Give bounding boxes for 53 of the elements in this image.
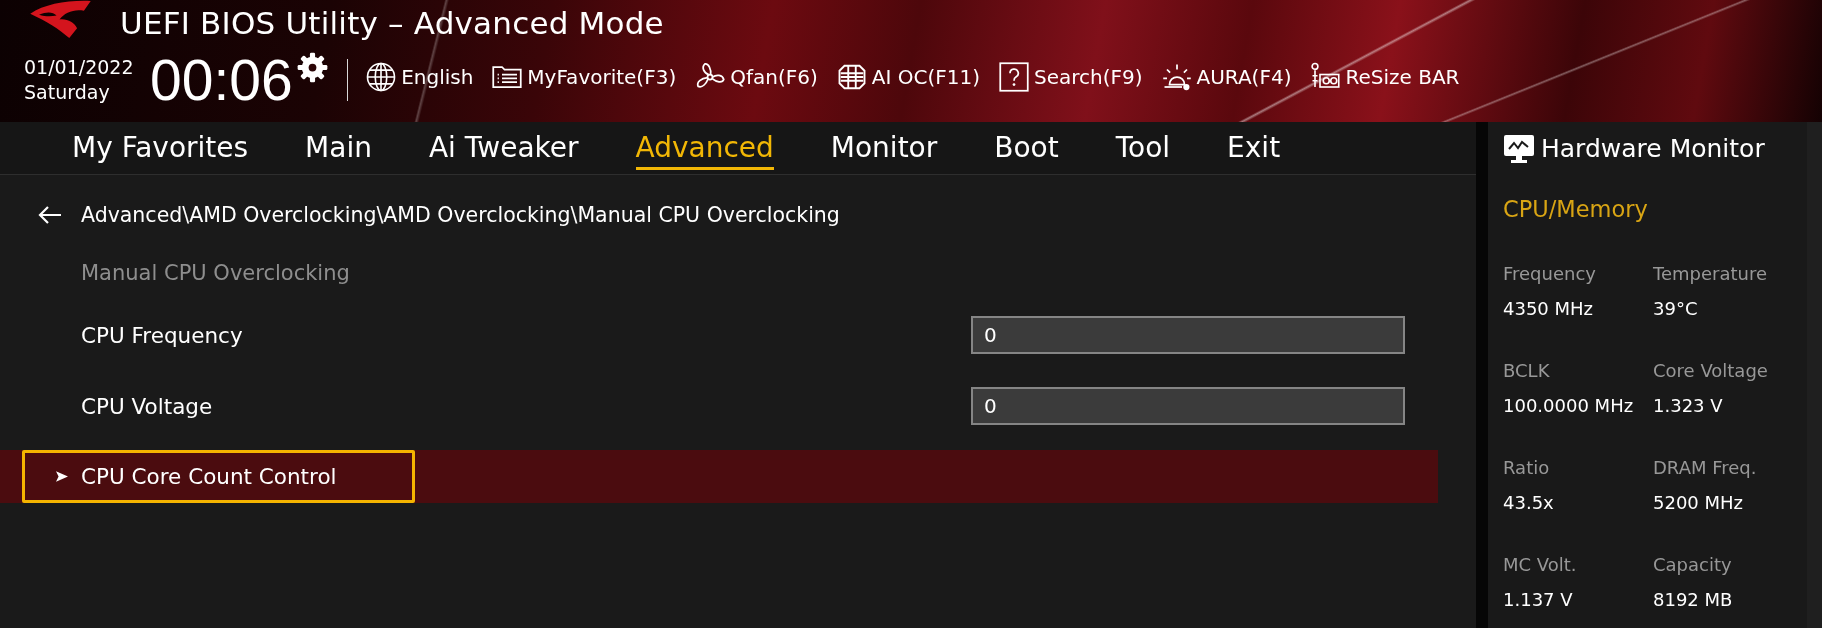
reading-value: 8192 MB [1653,588,1733,612]
tab[interactable]: My Favorites [72,130,249,170]
toolbar-button[interactable]: ReSize BAR [1310,62,1460,92]
tab[interactable]: Monitor [830,130,938,170]
toolbar-button[interactable]: MyFavorite(F3) [492,62,677,92]
reading-label: DRAM Freq. [1653,456,1757,480]
window-title: UEFI BIOS Utility – Advanced Mode [120,5,664,41]
toolbar-button[interactable]: English [366,62,474,92]
toolbar-button[interactable]: Qfan(F6) [695,62,818,92]
setting-label[interactable]: CPU Voltage [22,390,415,422]
reading-label: Frequency [1503,262,1596,286]
tab[interactable]: Advanced [635,130,774,170]
monitor-icon [1503,133,1535,164]
submenu-item[interactable]: CPU Core Count Control [22,450,415,503]
input-field[interactable]: 0 [971,316,1405,354]
breadcrumb-path: Advanced\AMD Overclocking\AMD Overclocking\Manual CPU Overclocking [81,203,840,227]
reading-value: 100.0000 MHz [1503,394,1634,418]
input-field[interactable]: 0 [971,387,1405,425]
light-icon [1161,62,1192,92]
section-heading: CPU/Memory [1503,195,1649,224]
pointer-icon [56,471,68,482]
reading-label: Ratio [1503,456,1550,480]
tab[interactable]: Ai Tweaker [428,130,579,170]
reading-label: Core Voltage [1653,359,1768,383]
tab[interactable]: Tool [1115,130,1171,170]
reading-value: 5200 MHz [1653,491,1744,515]
toolbar-button[interactable]: AURA(F4) [1161,62,1292,92]
section-heading: Manual CPU Overclocking [80,260,351,287]
toolbar-button[interactable]: Search(F9) [999,62,1143,92]
tab[interactable]: Main [305,130,372,170]
reading-label: Temperature [1653,262,1768,286]
reading-label: Capacity [1653,553,1732,577]
logo-icon [29,0,92,39]
setting-label[interactable]: CPU Frequency [22,319,415,351]
help-icon [999,62,1029,92]
panel-title: Hardware Monitor [1541,134,1765,163]
clock-time: 00:06 [150,50,293,110]
reading-value: 1.323 V [1653,394,1723,418]
date-text: 01/01/2022 [24,55,135,80]
tab[interactable]: Boot [994,130,1059,170]
globe-icon [366,62,397,92]
day-text: Saturday [24,80,111,105]
toolbar-button[interactable]: AI OC(F11) [836,62,980,92]
reading-value: 39°C [1653,297,1698,321]
reading-label: MC Volt. [1503,553,1577,577]
reading-value: 43.5x [1503,491,1554,515]
back-arrow-icon[interactable] [38,205,62,225]
reading-label: BCLK [1503,359,1550,383]
reading-value: 1.137 V [1503,588,1573,612]
settings-icon[interactable] [296,52,328,83]
chip-icon [836,62,867,92]
reading-value: 4350 MHz [1503,297,1594,321]
tab[interactable]: Exit [1227,130,1281,170]
